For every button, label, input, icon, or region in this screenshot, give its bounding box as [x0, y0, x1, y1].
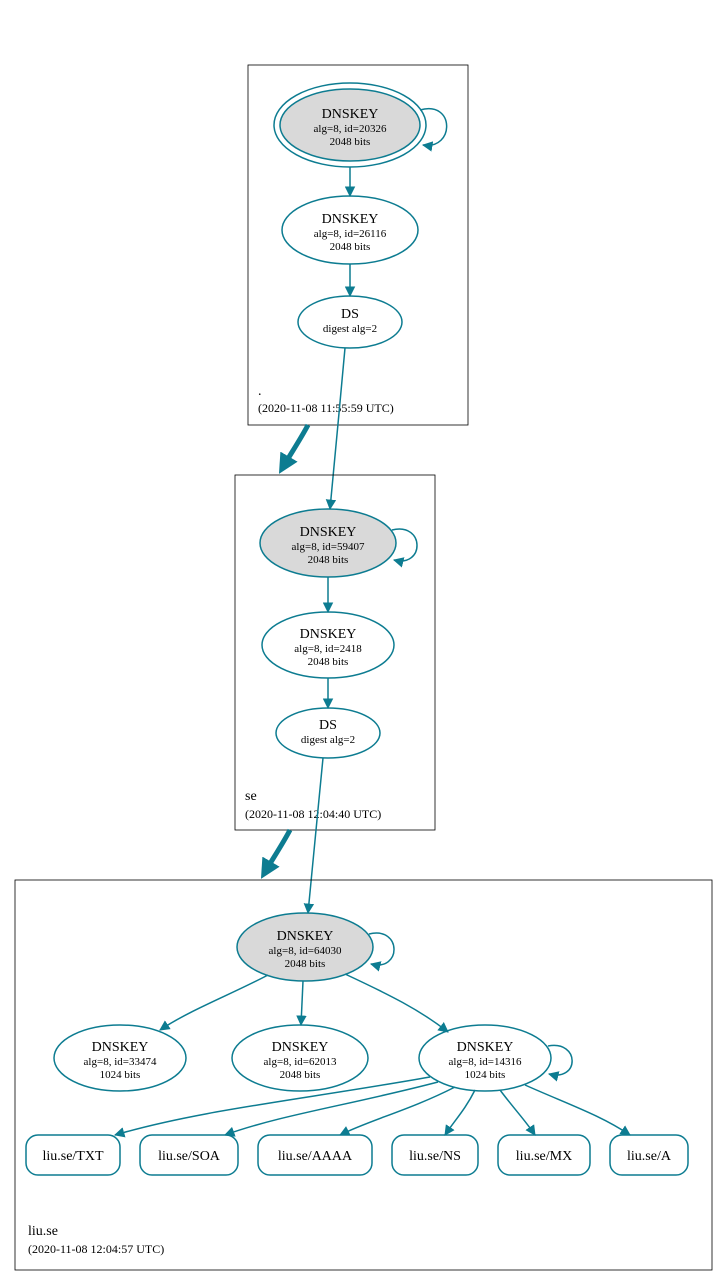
record-txt: liu.se/TXT [26, 1135, 120, 1175]
node-liu-k2: DNSKEY alg=8, id=62013 2048 bits [232, 1025, 368, 1091]
svg-text:2048 bits: 2048 bits [330, 241, 371, 253]
svg-text:DS: DS [319, 718, 337, 733]
svg-text:DNSKEY: DNSKEY [322, 107, 379, 122]
svg-text:liu.se/TXT: liu.se/TXT [42, 1149, 103, 1164]
zone-se: se (2020-11-08 12:04:40 UTC) DNSKEY alg=… [235, 475, 435, 830]
svg-text:alg=8, id=26116: alg=8, id=26116 [314, 228, 387, 240]
svg-text:DNSKEY: DNSKEY [300, 627, 357, 642]
svg-text:liu.se/A: liu.se/A [627, 1149, 672, 1164]
svg-text:liu.se/NS: liu.se/NS [409, 1149, 461, 1164]
svg-text:alg=8, id=62013: alg=8, id=62013 [264, 1056, 337, 1068]
svg-text:alg=8, id=64030: alg=8, id=64030 [269, 945, 342, 957]
svg-text:DNSKEY: DNSKEY [272, 1040, 329, 1055]
dnssec-diagram: . (2020-11-08 11:55:59 UTC) DNSKEY alg=8… [0, 0, 727, 1278]
svg-text:2048 bits: 2048 bits [308, 554, 349, 566]
svg-text:alg=8, id=14316: alg=8, id=14316 [449, 1056, 522, 1068]
zone-liu-timestamp: (2020-11-08 12:04:57 UTC) [28, 1242, 164, 1256]
svg-text:digest alg=2: digest alg=2 [301, 734, 355, 746]
record-a: liu.se/A [610, 1135, 688, 1175]
node-se-ds: DS digest alg=2 [276, 708, 380, 758]
zone-root: . (2020-11-08 11:55:59 UTC) DNSKEY alg=8… [248, 65, 468, 425]
node-liu-k1: DNSKEY alg=8, id=33474 1024 bits [54, 1025, 186, 1091]
svg-text:2048 bits: 2048 bits [330, 136, 371, 148]
svg-text:alg=8, id=33474: alg=8, id=33474 [84, 1056, 157, 1068]
edge-liu-ksk-k1 [160, 975, 268, 1030]
zone-se-label: se [245, 789, 257, 804]
record-aaaa: liu.se/AAAA [258, 1135, 372, 1175]
svg-text:DNSKEY: DNSKEY [322, 212, 379, 227]
svg-text:alg=8, id=20326: alg=8, id=20326 [314, 123, 387, 135]
svg-text:1024 bits: 1024 bits [465, 1069, 506, 1081]
svg-text:2048 bits: 2048 bits [285, 958, 326, 970]
svg-text:2048 bits: 2048 bits [308, 656, 349, 668]
svg-text:liu.se/AAAA: liu.se/AAAA [278, 1149, 353, 1164]
record-ns: liu.se/NS [392, 1135, 478, 1175]
node-liu-ksk: DNSKEY alg=8, id=64030 2048 bits [237, 913, 373, 981]
zone-liu: liu.se (2020-11-08 12:04:57 UTC) DNSKEY … [15, 880, 712, 1270]
edge-k3-ns [445, 1090, 475, 1135]
svg-text:DNSKEY: DNSKEY [300, 525, 357, 540]
edge-k3-a [525, 1085, 630, 1135]
svg-text:digest alg=2: digest alg=2 [323, 323, 377, 335]
svg-text:1024 bits: 1024 bits [100, 1069, 141, 1081]
zone-se-timestamp: (2020-11-08 12:04:40 UTC) [245, 807, 381, 821]
node-se-zsk: DNSKEY alg=8, id=2418 2048 bits [262, 612, 394, 678]
svg-text:liu.se/MX: liu.se/MX [516, 1149, 572, 1164]
node-se-ksk: DNSKEY alg=8, id=59407 2048 bits [260, 509, 396, 577]
edge-root-to-se-box [283, 425, 308, 467]
edge-rootds-seksk [330, 348, 345, 509]
edge-liu-ksk-k2 [301, 981, 303, 1025]
edge-k3-mx [500, 1090, 535, 1135]
zone-liu-label: liu.se [28, 1224, 58, 1239]
edge-liu-ksk-k3 [345, 974, 448, 1032]
zone-root-label: . [258, 384, 262, 399]
svg-text:DNSKEY: DNSKEY [277, 929, 334, 944]
edge-seds-liuksk [308, 758, 323, 913]
edge-se-to-liu-box [265, 830, 290, 872]
svg-text:DNSKEY: DNSKEY [92, 1040, 149, 1055]
record-mx: liu.se/MX [498, 1135, 590, 1175]
svg-text:alg=8, id=59407: alg=8, id=59407 [292, 541, 365, 553]
svg-text:DS: DS [341, 307, 359, 322]
node-root-ds: DS digest alg=2 [298, 296, 402, 348]
svg-text:DNSKEY: DNSKEY [457, 1040, 514, 1055]
zone-root-timestamp: (2020-11-08 11:55:59 UTC) [258, 401, 394, 415]
node-liu-k3: DNSKEY alg=8, id=14316 1024 bits [419, 1025, 551, 1091]
record-soa: liu.se/SOA [140, 1135, 238, 1175]
node-root-zsk: DNSKEY alg=8, id=26116 2048 bits [282, 196, 418, 264]
svg-text:alg=8, id=2418: alg=8, id=2418 [294, 643, 362, 655]
edge-k3-aaaa [340, 1087, 455, 1135]
node-root-ksk: DNSKEY alg=8, id=20326 2048 bits [274, 83, 426, 167]
svg-text:2048 bits: 2048 bits [280, 1069, 321, 1081]
svg-text:liu.se/SOA: liu.se/SOA [158, 1149, 221, 1164]
